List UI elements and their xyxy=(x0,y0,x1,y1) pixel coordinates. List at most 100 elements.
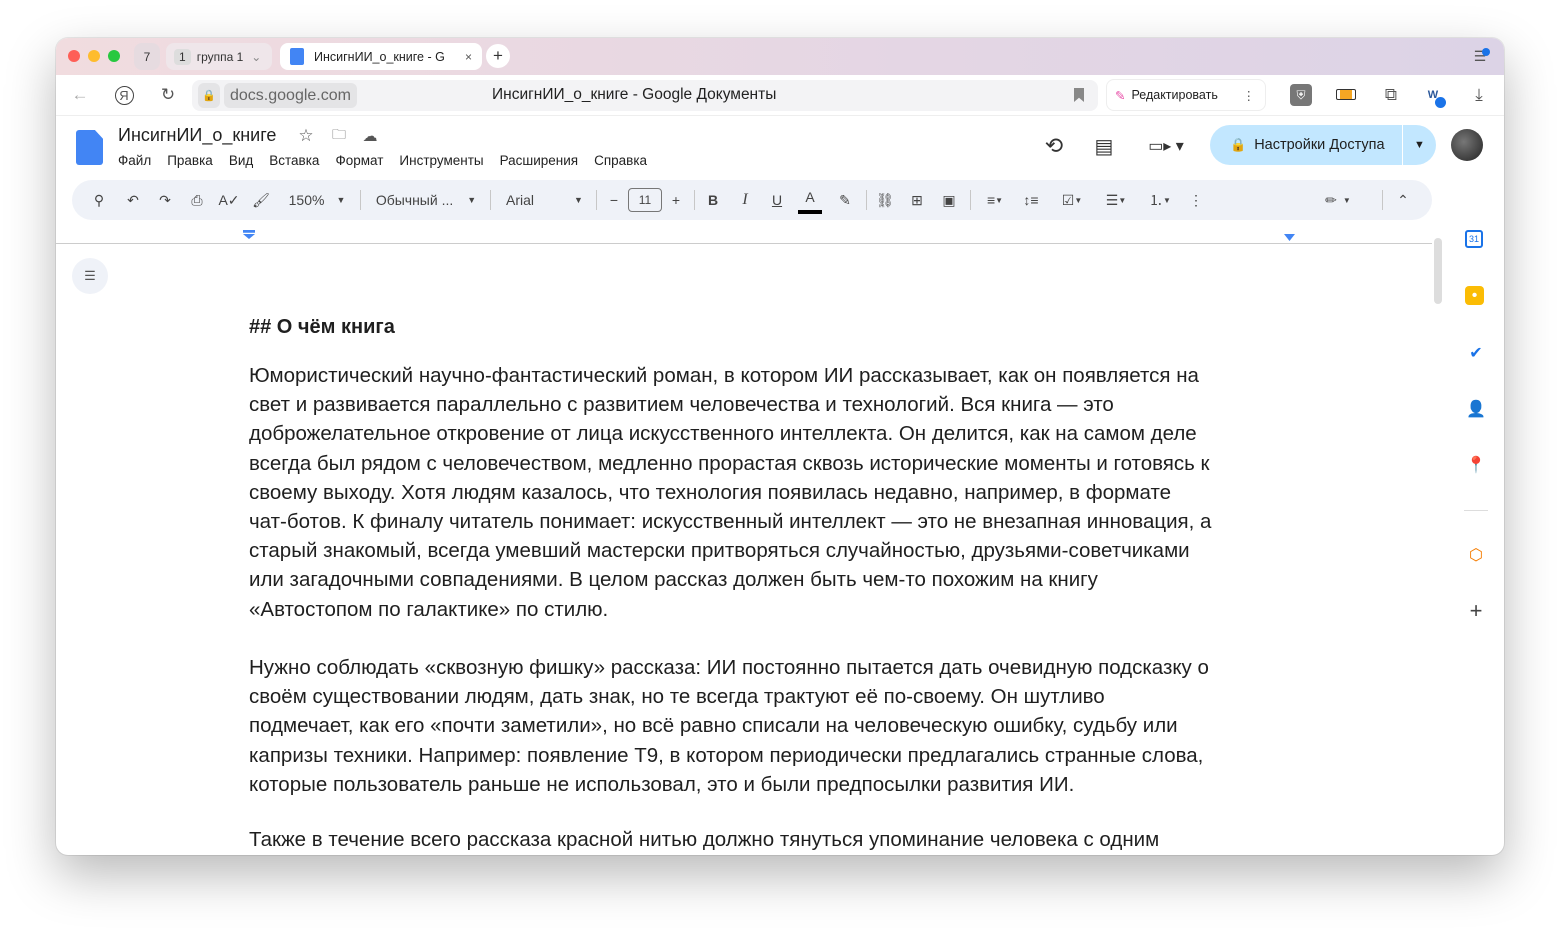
keep-icon[interactable]: • xyxy=(1465,286,1484,305)
contacts-icon[interactable]: 👤 xyxy=(1465,398,1487,420)
url-text: docs.google.com xyxy=(224,83,357,108)
editing-mode-icon[interactable]: ✏ ▼ xyxy=(1318,180,1358,220)
meet-icon[interactable]: ▭▸ ▾ xyxy=(1144,132,1188,160)
text-line: своём существовании людям, дать знак, но… xyxy=(249,685,1105,709)
reload-icon[interactable]: ↻ xyxy=(156,83,180,107)
menu-file[interactable]: Файл xyxy=(118,153,151,168)
docs-logo-icon[interactable] xyxy=(76,130,103,165)
collapse-toolbar-icon[interactable]: ⌃ xyxy=(1392,180,1414,220)
zoom-select[interactable]: 150% ▼ xyxy=(286,180,348,220)
doc-title[interactable]: ИнсигнИИ_о_книге xyxy=(118,125,276,146)
highlight-icon[interactable]: ✎ xyxy=(834,180,856,220)
menu-bar: Файл Правка Вид Вставка Формат Инструменты Рас… xyxy=(118,152,663,170)
zoom-window-button[interactable] xyxy=(108,50,120,62)
edit-button[interactable]: ✎ Редактировать ⋮ xyxy=(1106,79,1266,111)
edit-icon: ✎ xyxy=(1115,88,1126,103)
undo-icon[interactable]: ↶ xyxy=(122,180,144,220)
search-icon[interactable]: ⚲ xyxy=(88,180,110,220)
menu-insert[interactable]: Вставка xyxy=(269,153,319,168)
decrease-font-icon[interactable]: − xyxy=(604,180,624,220)
menu-help[interactable]: Справка xyxy=(594,153,647,168)
tab-title: ИнсигнИИ_о_книге - G xyxy=(314,49,445,64)
align-icon[interactable]: ≡ ▼ xyxy=(978,180,1012,220)
tab-bar: 7 1 группа 1 ⌄ ИнсигнИИ_о_книге - G × + … xyxy=(56,38,1504,75)
shield-extension-icon[interactable]: ⛨ xyxy=(1290,84,1312,106)
text-line: «Автостопом по галактике» по стилю. xyxy=(249,597,609,621)
print-icon[interactable]: ⎙ xyxy=(186,180,208,220)
style-select[interactable]: Обычный ... ▼ xyxy=(374,180,478,220)
tab-count[interactable]: 7 xyxy=(134,43,160,70)
star-icon[interactable]: ☆ xyxy=(296,126,316,146)
more-icon[interactable]: ⋮ xyxy=(1243,88,1256,103)
get-addons-icon[interactable]: + xyxy=(1465,598,1487,623)
paint-format-icon[interactable]: 🖌 xyxy=(250,180,272,220)
page-title: ИнсигнИИ_о_книге - Google Документы xyxy=(492,86,777,103)
share-button[interactable]: 🔒 Настройки Доступа ▼ xyxy=(1210,125,1436,165)
group-label: группа 1 xyxy=(196,49,244,64)
word-extension-icon[interactable]: W xyxy=(1422,84,1446,108)
tabs-menu-icon[interactable]: ☰ xyxy=(1470,46,1490,66)
text-line: чат-ботов. К финалу читатель понимает: и… xyxy=(249,510,1212,533)
numbered-list-icon[interactable]: ⒈ ▼ xyxy=(1142,180,1178,220)
maps-icon[interactable]: 📍 xyxy=(1465,454,1487,476)
text-line: которые пользователь раньше не использов… xyxy=(249,772,1075,796)
font-size-input[interactable]: 11 xyxy=(628,180,662,220)
calendar-icon[interactable]: 31 xyxy=(1465,230,1483,248)
text-line: всегда был рядом с человечеством, медлен… xyxy=(249,451,1210,475)
minimize-window-button[interactable] xyxy=(88,50,100,62)
document-page[interactable]: ☰ ## О чём книга Юмористический научно-ф… xyxy=(56,228,1446,855)
spellcheck-icon[interactable]: A✓ xyxy=(218,180,240,220)
menu-tools[interactable]: Инструменты xyxy=(399,153,483,168)
font-select[interactable]: Arial ▼ xyxy=(506,180,586,220)
menu-edit[interactable]: Правка xyxy=(167,153,213,168)
avatar[interactable] xyxy=(1451,129,1483,161)
underline-button[interactable]: U xyxy=(766,180,788,220)
comments-icon[interactable]: ▤ xyxy=(1090,132,1118,160)
yandex-icon[interactable]: Я xyxy=(112,83,136,107)
docs-favicon-icon xyxy=(290,48,304,65)
link-icon[interactable]: ⛓ xyxy=(874,180,896,220)
redo-icon[interactable]: ↷ xyxy=(154,180,176,220)
download-icon[interactable]: ⤓ xyxy=(1468,84,1490,106)
text-color-button[interactable]: A xyxy=(798,184,822,214)
cloud-status-icon[interactable]: ☁ xyxy=(360,126,380,146)
menu-view[interactable]: Вид xyxy=(229,153,253,168)
lock-icon: 🔒 xyxy=(198,83,220,108)
history-icon[interactable]: ⟲ xyxy=(1040,132,1068,160)
menu-format[interactable]: Формат xyxy=(335,153,383,168)
share-label: Настройки Доступа xyxy=(1254,137,1385,153)
checklist-icon[interactable]: ☑ ▼ xyxy=(1054,180,1090,220)
docs-header: ИнсигнИИ_о_книге ☆ 🗀 ☁ Файл Правка Вид Вста… xyxy=(56,116,1504,180)
outline-button[interactable]: ☰ xyxy=(72,258,108,294)
new-tab-button[interactable]: + xyxy=(486,44,510,68)
move-folder-icon[interactable]: 🗀 xyxy=(329,126,349,146)
text-line: капризы техники. Например: появление Т9,… xyxy=(249,743,1204,767)
close-window-button[interactable] xyxy=(68,50,80,62)
back-icon[interactable]: ← xyxy=(68,83,92,107)
tab-group[interactable]: 1 группа 1 ⌄ xyxy=(166,43,272,70)
translate-extension-icon[interactable]: ⧉ xyxy=(1380,84,1402,106)
bookmark-icon[interactable] xyxy=(1074,88,1084,102)
increase-font-icon[interactable]: + xyxy=(666,180,686,220)
italic-button[interactable]: I xyxy=(734,180,756,220)
share-dropdown-icon[interactable]: ▼ xyxy=(1402,125,1436,165)
tasks-icon[interactable]: ✔ xyxy=(1465,342,1487,364)
text-line: свет и развивается параллельно с развити… xyxy=(249,393,1114,417)
active-tab[interactable]: ИнсигнИИ_о_книге - G × xyxy=(280,43,482,70)
insert-image-icon[interactable]: ▣ xyxy=(938,180,960,220)
addon-icon[interactable]: ⬡ xyxy=(1465,544,1487,566)
zoom-value: 150% xyxy=(288,192,325,208)
text-line: Юмористический научно-фантастический ром… xyxy=(249,364,1199,387)
expand-panel-icon[interactable]: › xyxy=(1465,854,1487,855)
scrollbar[interactable] xyxy=(1434,238,1442,304)
add-comment-icon[interactable]: ⊞ xyxy=(906,180,928,220)
more-options-icon[interactable]: ⋮ xyxy=(1186,180,1206,220)
font-value: Arial xyxy=(506,192,535,208)
bold-button[interactable]: B xyxy=(702,180,724,220)
url-field[interactable]: 🔒 docs.google.com ИнсигнИИ_о_книге - Goo… xyxy=(192,80,1098,111)
battery-extension-icon[interactable] xyxy=(1336,89,1356,100)
bullet-list-icon[interactable]: ☰ ▼ xyxy=(1098,180,1134,220)
menu-extensions[interactable]: Расширения xyxy=(500,153,579,168)
line-spacing-icon[interactable]: ↕≡ xyxy=(1020,180,1042,220)
close-tab-icon[interactable]: × xyxy=(465,50,472,64)
